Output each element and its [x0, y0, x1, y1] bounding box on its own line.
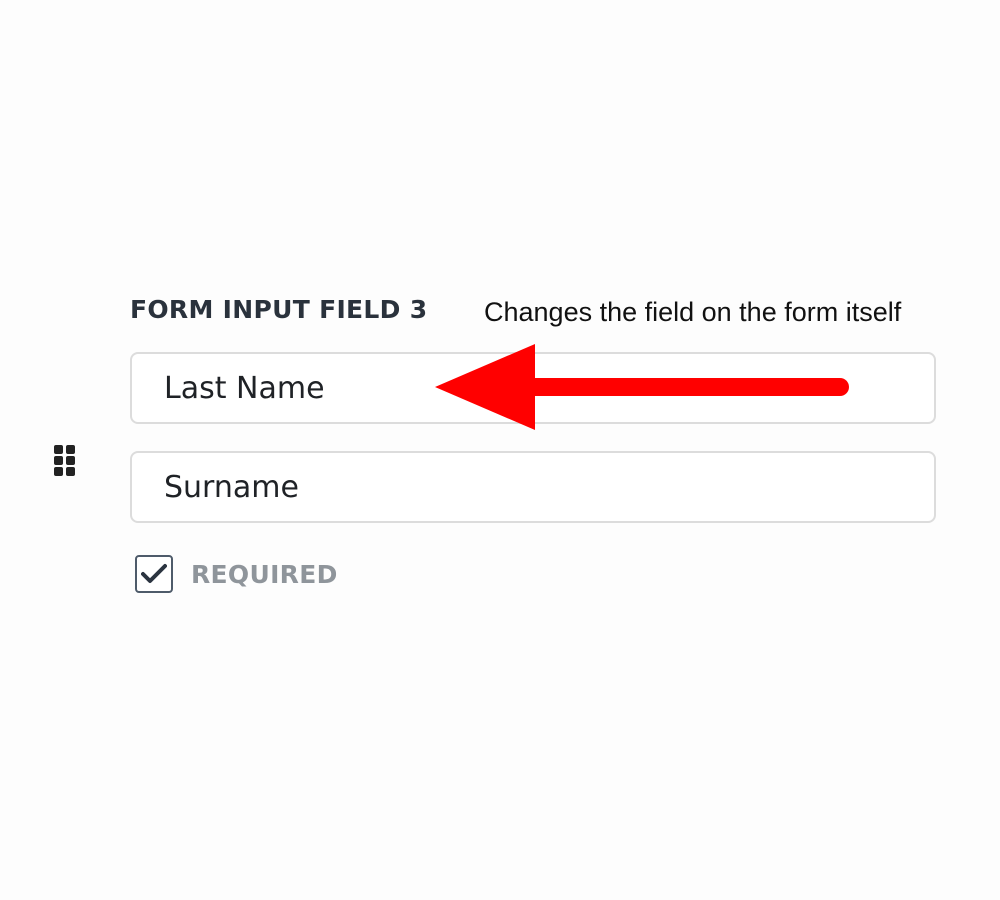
check-icon: [141, 564, 167, 583]
drag-handle-icon[interactable]: [54, 445, 78, 477]
required-checkbox[interactable]: [135, 555, 173, 593]
field-alias-input[interactable]: [130, 451, 936, 523]
required-label: REQUIRED: [191, 559, 338, 589]
annotation-text: Changes the field on the form itself: [484, 297, 902, 327]
required-toggle[interactable]: REQUIRED: [135, 555, 338, 593]
field-name-input[interactable]: [130, 352, 936, 424]
form-field-label: FORM INPUT FIELD 3: [130, 295, 428, 324]
